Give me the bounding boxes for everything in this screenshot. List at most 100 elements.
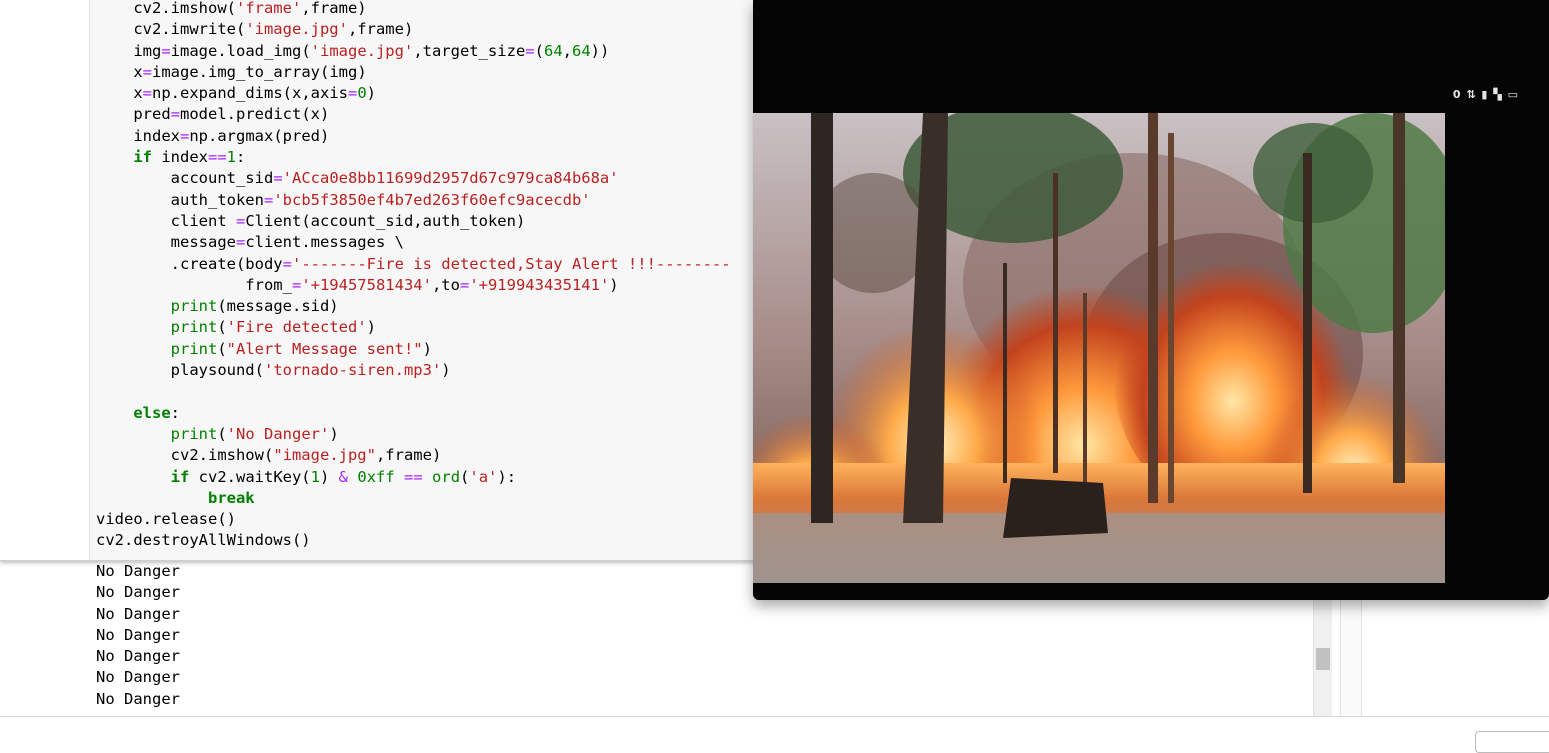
code-token: ) (441, 361, 451, 380)
code-token: = (235, 211, 246, 230)
code-token: cv2.imwrite( (96, 20, 246, 39)
code-token: model.predict(x) (180, 105, 330, 124)
code-line: index=np.argmax(pred) (96, 126, 731, 147)
code-token: : (170, 403, 180, 422)
code-token: img (96, 41, 162, 60)
code-token: 0xff (357, 467, 395, 486)
code-token: cv2.destroyAllWindows() (96, 531, 311, 550)
code-line: auth_token='bcb5f3850ef4b7ed263f60efc9ac… (96, 190, 731, 211)
code-token: ,frame) (347, 20, 414, 39)
code-token: '-------Fire is detected,Stay Alert !!!-… (291, 254, 731, 273)
code-token: "Alert Message sent!" (226, 339, 423, 358)
code-token: = (170, 105, 180, 124)
code-line: else: (96, 403, 731, 424)
code-token: cv2.waitKey( (189, 467, 311, 486)
code-token: 'image.jpg' (310, 41, 414, 60)
output-line: No Danger (96, 583, 180, 602)
code-line: .create(body='-------Fire is detected,St… (96, 254, 731, 275)
divider (0, 716, 1549, 717)
code-token: print (170, 339, 218, 358)
code-token: from_ (96, 275, 292, 294)
code-token: == (208, 148, 227, 167)
output-line: No Danger (96, 689, 180, 708)
code-token: ,frame) (301, 0, 367, 17)
code-line: message=client.messages \ (96, 232, 731, 253)
code-token: = (282, 254, 292, 273)
code-line: x=image.img_to_array(img) (96, 62, 731, 83)
code-line: video.release() (96, 509, 731, 530)
code-token: ) (366, 318, 376, 337)
code-token: ) (366, 84, 377, 103)
forest-fire-frame (753, 113, 1445, 583)
code-token: Client(account_sid,auth_token) (245, 211, 526, 230)
code-token: & (338, 467, 349, 486)
code-token: 'bcb5f3850ef4b7ed263f60efc9acecdb' (273, 190, 591, 209)
code-token: ( (217, 339, 227, 358)
code-token: = (142, 84, 153, 103)
code-token: 0 (357, 84, 367, 103)
code-token: 'image.jpg' (245, 20, 348, 39)
code-token: x (96, 62, 143, 81)
code-token: account_sid (96, 169, 274, 188)
code-line: cv2.imwrite('image.jpg',frame) (96, 19, 731, 40)
code-token: 64 (543, 41, 563, 60)
scrollbar-thumb[interactable] (1316, 648, 1330, 670)
code-token: (message.sid) (217, 297, 339, 316)
code-token: pred (96, 105, 171, 124)
video-window[interactable]: 0 ⇅ ▮ ▚ ▭ (753, 0, 1549, 600)
code-token: = (291, 275, 302, 294)
code-token: message (96, 233, 236, 252)
output-line: No Danger (96, 647, 180, 666)
output-line: No Danger (96, 604, 180, 623)
code-token: ,to (431, 275, 460, 294)
code-token: auth_token (96, 190, 264, 209)
output-line: No Danger (96, 625, 180, 644)
code-token: 64 (572, 41, 591, 60)
code-token: 1 (310, 467, 320, 486)
code-token: client.messages \ (245, 233, 404, 252)
code-token: = (142, 62, 153, 81)
code-token: ,target_size (413, 41, 526, 60)
code-token: if (170, 467, 190, 486)
output-scrollbar[interactable] (1313, 600, 1332, 716)
code-token: ) (329, 424, 339, 443)
code-token: ) (320, 467, 339, 486)
code-token: image.img_to_array(img) (152, 62, 367, 81)
code-token: else (133, 403, 171, 422)
code-line: if index==1: (96, 147, 731, 168)
code-token: ): (497, 467, 517, 486)
corner-widget[interactable] (1475, 731, 1549, 753)
code-token: 1 (226, 148, 237, 167)
code-token: np.expand_dims(x,axis (152, 84, 348, 103)
code-line: print('No Danger') (96, 424, 731, 445)
code-line: x=np.expand_dims(x,axis=0) (96, 83, 731, 104)
code-line: cv2.destroyAllWindows() (96, 530, 731, 551)
code-token: '+919943435141' (469, 275, 610, 294)
code-line: client =Client(account_sid,auth_token) (96, 211, 731, 232)
output-line: No Danger (96, 668, 180, 687)
code-token: = (525, 41, 535, 60)
code-token: print (170, 297, 218, 316)
code-token: ) (609, 275, 619, 294)
code-token: "image.jpg" (273, 446, 376, 465)
code-token: 'Fire detected' (226, 318, 367, 337)
code-line: if cv2.waitKey(1) & 0xff == ord('a'): (96, 467, 731, 488)
code-token: ) (422, 339, 432, 358)
code-token: np.argmax(pred) (189, 126, 330, 145)
code-token: ( (460, 467, 470, 486)
code-cell[interactable]: cv2.imshow('frame',frame) cv2.imwrite('i… (0, 0, 760, 561)
code-editor[interactable]: cv2.imshow('frame',frame) cv2.imwrite('i… (96, 0, 731, 552)
code-line: img=image.load_img('image.jpg',target_si… (96, 41, 731, 62)
side-rail (1340, 600, 1362, 716)
code-token: cv2.imshow( (96, 0, 236, 17)
code-token: ( (217, 318, 227, 337)
code-token: 'ACca0e8bb11699d2957d67c979ca84b68a' (282, 169, 619, 188)
code-token: = (235, 233, 246, 252)
